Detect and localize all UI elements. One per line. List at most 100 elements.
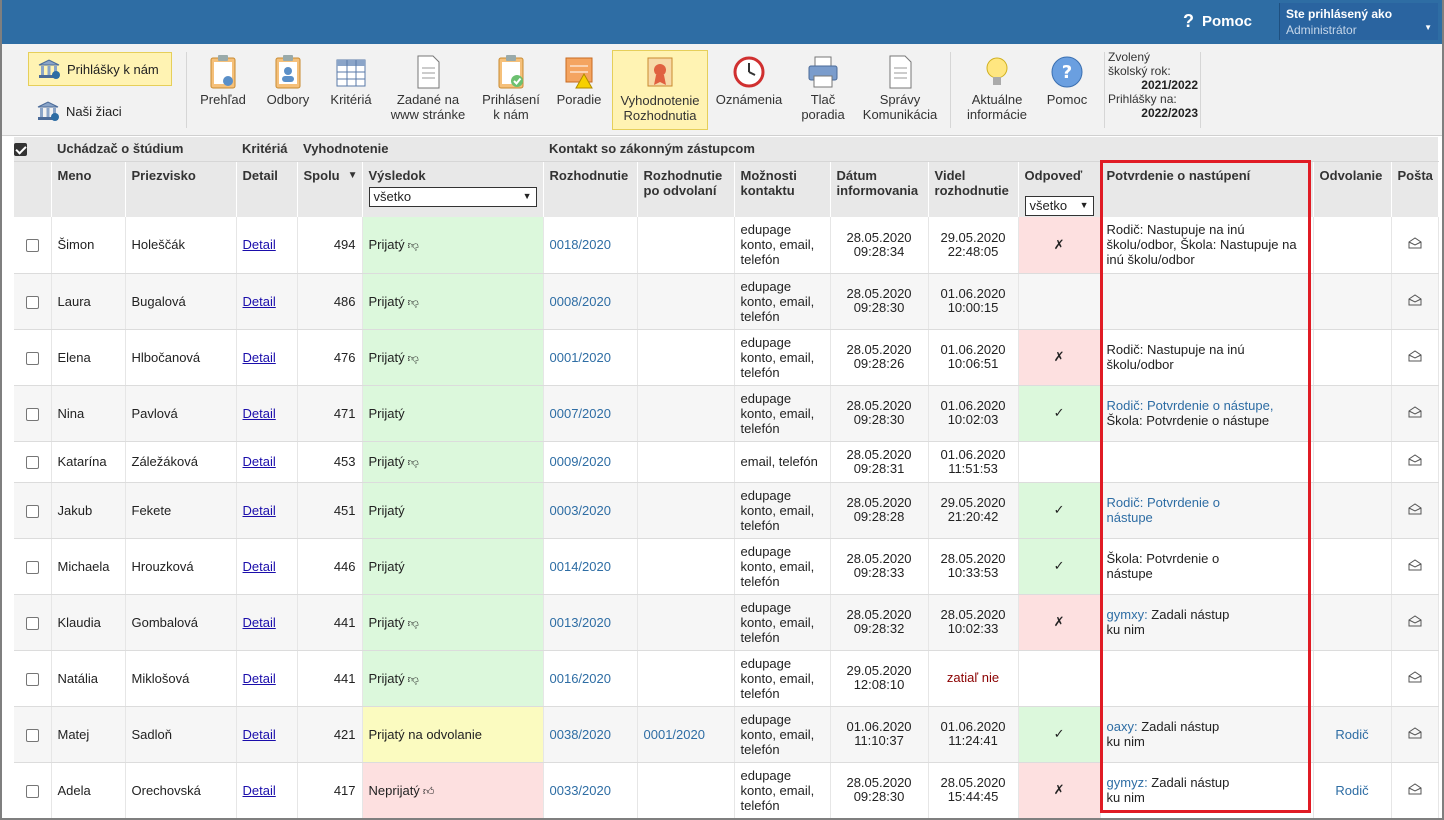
row-checkbox[interactable] [14, 273, 52, 330]
applicants-table: Uchádzač o štúdium Kritériá Vyhodnotenie… [14, 137, 1439, 819]
detail-link[interactable]: Detail [243, 503, 276, 518]
decision-link[interactable]: 0001/2020 [550, 350, 611, 365]
total-score: 471 [297, 385, 363, 442]
mail-button[interactable] [1391, 441, 1439, 483]
row-checkbox[interactable] [14, 706, 52, 763]
mail-button[interactable] [1391, 594, 1439, 651]
row-checkbox[interactable] [14, 538, 52, 595]
confirmation-source[interactable]: oaxy: [1107, 719, 1138, 734]
table-row: Laura Bugalová Detail 486 Prijatý 👎︎ 0008/2020… [14, 273, 1439, 330]
evaluation-button[interactable]: Vyhodnotenie Rozhodnutia [612, 50, 708, 130]
detail-link[interactable]: Detail [243, 406, 276, 421]
last-name: Sadloň [125, 706, 237, 763]
overview-label: Prehľad [200, 92, 246, 107]
decision-link[interactable]: 0009/2020 [550, 454, 611, 469]
envelope-icon [1408, 726, 1422, 738]
detail-link[interactable]: Detail [243, 350, 276, 365]
row-checkbox[interactable] [14, 482, 52, 539]
header-total[interactable]: Spolu ▼ [297, 161, 363, 217]
confirmation-source[interactable]: Rodič: Potvrdenie o nástupe [1107, 495, 1220, 525]
mail-button[interactable] [1391, 706, 1439, 763]
mail-button[interactable] [1391, 650, 1439, 707]
help-link[interactable]: ? Pomoc [1183, 11, 1252, 32]
header-seen-decision[interactable]: Videl rozhodnutie [928, 161, 1019, 217]
row-checkbox[interactable] [14, 594, 52, 651]
row-checkbox[interactable] [14, 650, 52, 707]
contact-options: edupage konto, email, telefón [734, 538, 831, 595]
help-button[interactable]: ? Pomoc [1040, 50, 1094, 130]
appeal-link[interactable]: Rodič [1335, 727, 1368, 742]
current-info-button[interactable]: Aktuálne informácie [958, 50, 1036, 130]
confirmation-source[interactable]: Rodič: Potvrdenie o nástupe, [1107, 398, 1274, 413]
detail-link[interactable]: Detail [243, 783, 276, 798]
detail-link[interactable]: Detail [243, 559, 276, 574]
decision-link[interactable]: 0003/2020 [550, 503, 611, 518]
mail-button[interactable] [1391, 482, 1439, 539]
decision-link[interactable]: 0016/2020 [550, 671, 611, 686]
decision-link[interactable]: 0013/2020 [550, 615, 611, 630]
mail-button[interactable] [1391, 217, 1439, 274]
warning-document-icon [562, 54, 596, 90]
registered-button[interactable]: Prihlásení k nám [478, 50, 544, 130]
ranking-button[interactable]: Poradie [552, 50, 606, 130]
result-text: Prijatý [368, 502, 405, 518]
our-students-button[interactable]: Naši žiaci [28, 94, 172, 128]
decision-link[interactable]: 0033/2020 [550, 783, 611, 798]
header-decision[interactable]: Rozhodnutie [543, 161, 638, 217]
mail-button[interactable] [1391, 273, 1439, 330]
decision-link[interactable]: 0018/2020 [550, 237, 611, 252]
row-checkbox[interactable] [14, 385, 52, 442]
toolbar: Prihlášky k nám Naši žiaci Prehľad Odbor… [0, 44, 1444, 136]
notices-button[interactable]: Oznámenia [712, 50, 786, 130]
result-cell: Prijatý [362, 538, 544, 595]
row-checkbox[interactable] [14, 441, 52, 483]
header-first-name[interactable]: Meno [51, 161, 126, 217]
row-checkbox[interactable] [14, 329, 52, 386]
detail-link[interactable]: Detail [243, 727, 276, 742]
clipboard-check-icon [494, 54, 528, 90]
decision-link[interactable]: 0008/2020 [550, 294, 611, 309]
header-decision-appeal[interactable]: Rozhodnutie po odvolaní [637, 161, 735, 217]
header-date-informed[interactable]: Dátum informovania [830, 161, 929, 217]
confirmation-cell [1100, 273, 1314, 330]
mail-button[interactable] [1391, 762, 1439, 819]
website-submitted-button[interactable]: Zadané na www stránke [386, 50, 470, 130]
detail-link[interactable]: Detail [243, 454, 276, 469]
mail-button[interactable] [1391, 538, 1439, 595]
header-last-name[interactable]: Priezvisko [125, 161, 237, 217]
detail-link[interactable]: Detail [243, 294, 276, 309]
row-checkbox[interactable] [14, 762, 52, 819]
mail-button[interactable] [1391, 329, 1439, 386]
select-all-checkbox[interactable] [14, 137, 51, 162]
print-ranking-button[interactable]: Tlač poradia [794, 50, 852, 130]
confirmation-source[interactable]: gymyz: [1107, 775, 1148, 790]
toolbar-divider [186, 52, 187, 128]
result-filter-select[interactable]: všetko ▼ [368, 186, 537, 207]
header-contact-options[interactable]: Možnosti kontaktu [734, 161, 831, 217]
mail-button[interactable] [1391, 385, 1439, 442]
applications-button[interactable]: Prihlášky k nám [28, 52, 172, 86]
appeal-link[interactable]: Rodič [1335, 783, 1368, 798]
row-checkbox[interactable] [14, 217, 52, 274]
detail-link[interactable]: Detail [243, 615, 276, 630]
confirmation-source[interactable]: gymxy: [1107, 607, 1148, 622]
confirmation-cell: Rodič: Nastupuje na inú školu/odbor [1100, 329, 1314, 386]
fields-button[interactable]: Odbory [260, 50, 316, 130]
applications-year-label: Prihlášky na: [1108, 92, 1177, 106]
header-appeal[interactable]: Odvolanie [1313, 161, 1392, 217]
decision-appeal-link[interactable]: 0001/2020 [644, 727, 705, 742]
messages-button[interactable]: Správy Komunikácia [858, 50, 942, 130]
decision-link[interactable]: 0014/2020 [550, 559, 611, 574]
header-confirmation[interactable]: Potvrdenie o nastúpení [1100, 161, 1314, 217]
answer-filter-select[interactable]: všetko ▼ [1024, 195, 1094, 216]
school-year-selector[interactable]: Zvolený školský rok: 2021/2022 Prihlášky… [1108, 50, 1198, 130]
criteria-button[interactable]: Kritériá [324, 50, 378, 130]
user-menu[interactable]: Ste prihlásený ako Administrátor ▼ [1279, 3, 1438, 40]
decision-link[interactable]: 0007/2020 [550, 406, 611, 421]
detail-link[interactable]: Detail [243, 671, 276, 686]
overview-button[interactable]: Prehľad [194, 50, 252, 130]
detail-link[interactable]: Detail [243, 237, 276, 252]
document-icon [883, 54, 917, 90]
ranking-label: Poradie [556, 92, 602, 107]
decision-link[interactable]: 0038/2020 [550, 727, 611, 742]
